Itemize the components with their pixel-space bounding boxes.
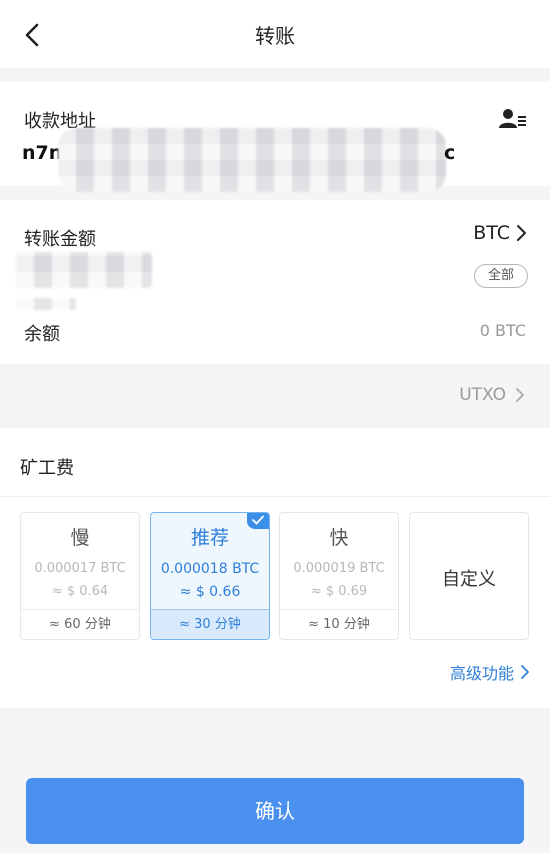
recipient-address-section: 收款地址 n7na c [0, 82, 550, 192]
amount-section: 转账金额 BTC 全部 余额 0 BTC [0, 200, 550, 364]
fee-option-name: 自定义 [442, 569, 496, 590]
fee-option-usd: ≈ $ 0.69 [310, 584, 368, 599]
unit-selector[interactable]: BTC [473, 222, 528, 244]
amount-label: 转账金额 [24, 229, 96, 250]
fee-option-usd: ≈ $ 0.66 [179, 584, 241, 600]
chevron-right-icon [517, 225, 526, 241]
fee-option-custom[interactable]: 自定义 [409, 512, 529, 640]
fee-option-name: 快 [329, 527, 349, 549]
chevron-right-icon [521, 665, 529, 679]
fee-option-name: 推荐 [190, 527, 229, 549]
miner-fee-section: 矿工费 慢 0.000017 BTC ≈ $ 0.64 ≈ 60 分钟 推荐 0… [0, 428, 550, 708]
fee-option-fast[interactable]: 快 0.000019 BTC ≈ $ 0.69 ≈ 10 分钟 [279, 512, 399, 640]
top-bar: 转账 [0, 0, 550, 68]
chevron-right-icon [516, 388, 524, 402]
balance-label: 余额 [24, 324, 60, 345]
utxo-label: UTXO [459, 385, 506, 405]
fee-option-time: ≈ 60 分钟 [21, 609, 139, 639]
utxo-row[interactable]: UTXO [0, 366, 550, 424]
fee-option-name: 慢 [70, 527, 90, 549]
fee-option-btc: 0.000018 BTC [160, 561, 260, 577]
advanced-features-link[interactable]: 高级功能 [450, 660, 530, 684]
confirm-button[interactable]: 确认 [26, 778, 524, 844]
fee-option-slow[interactable]: 慢 0.000017 BTC ≈ $ 0.64 ≈ 60 分钟 [20, 512, 140, 640]
amount-input-redaction[interactable] [16, 252, 152, 288]
fee-option-btc: 0.000019 BTC [293, 561, 385, 576]
fee-option-btc: 0.000017 BTC [34, 561, 126, 576]
all-button[interactable]: 全部 [474, 264, 528, 288]
unit-label: BTC [473, 222, 510, 244]
address-book-icon[interactable] [498, 108, 528, 130]
address-redaction [58, 128, 446, 192]
address-value-end: c [444, 142, 456, 164]
fee-title: 矿工费 [20, 458, 74, 479]
amount-sub-redaction [16, 298, 76, 310]
fee-option-time: ≈ 10 分钟 [280, 609, 398, 639]
page-title: 转账 [255, 24, 295, 48]
fee-option-usd: ≈ $ 0.64 [51, 584, 109, 599]
balance-value: 0 BTC [479, 321, 526, 340]
fee-option-time: ≈ 30 分钟 [151, 609, 269, 639]
fee-option-recommended[interactable]: 推荐 0.000018 BTC ≈ $ 0.66 ≈ 30 分钟 [150, 512, 270, 640]
advanced-label: 高级功能 [449, 664, 514, 683]
divider [0, 496, 550, 497]
